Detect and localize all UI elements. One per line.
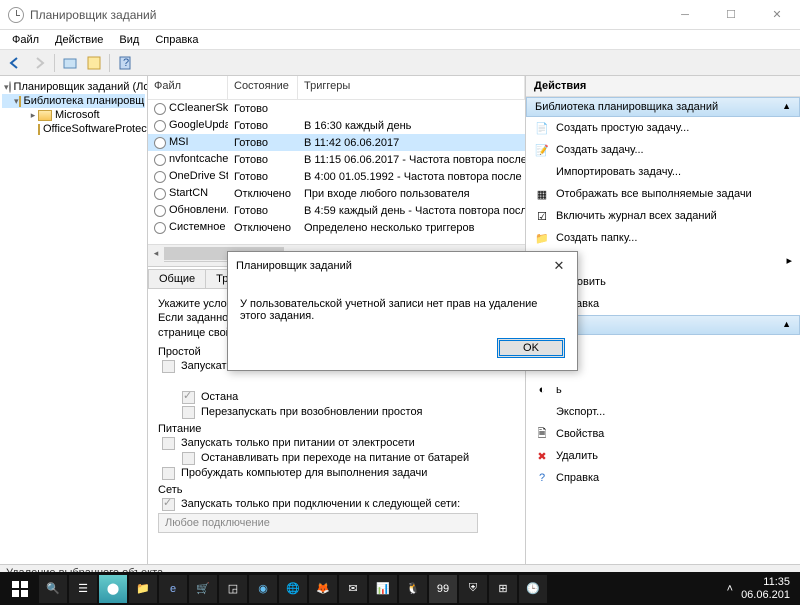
dialog-ok-button[interactable]: OK xyxy=(497,338,565,358)
dialog-overlay: Планировщик заданий ✕ У пользовательской… xyxy=(0,0,800,605)
dialog-close-button[interactable]: ✕ xyxy=(549,258,569,274)
error-dialog: Планировщик заданий ✕ У пользовательской… xyxy=(227,251,578,371)
dialog-title: Планировщик заданий xyxy=(236,260,352,272)
dialog-message: У пользовательской учетной записи нет пр… xyxy=(228,280,577,330)
